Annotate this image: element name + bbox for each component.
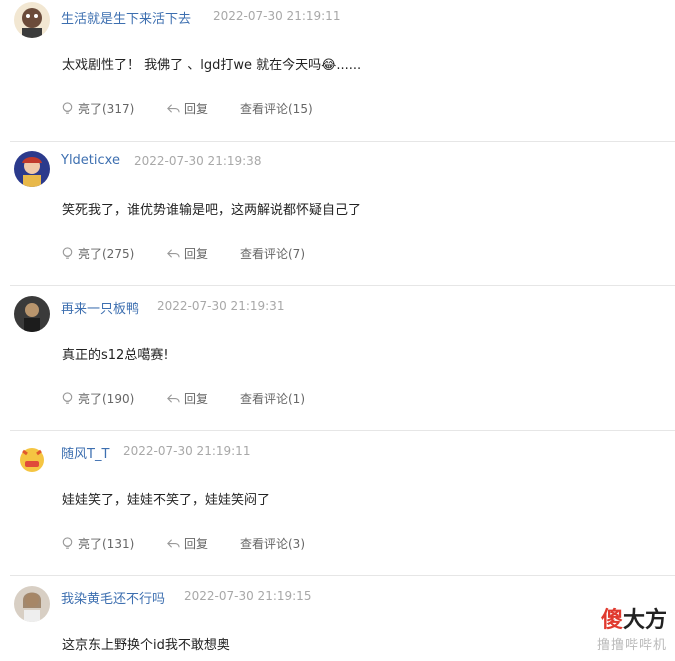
reply-label: 回复 xyxy=(184,392,209,406)
like-count: 亮了(131) xyxy=(78,537,135,551)
view-comments-link[interactable]: 查看评论(7) xyxy=(240,245,305,262)
divider xyxy=(10,430,675,431)
avatar[interactable] xyxy=(14,151,50,187)
view-comments-label: 查看评论(7) xyxy=(240,247,305,261)
reply-icon xyxy=(167,539,180,548)
username[interactable]: 生活就是生下来活下去 xyxy=(61,8,191,27)
divider xyxy=(10,141,675,142)
avatar[interactable] xyxy=(14,2,50,38)
reply-button[interactable]: 回复 xyxy=(166,535,208,552)
like-count: 亮了(317) xyxy=(78,102,135,116)
divider xyxy=(10,285,675,286)
reply-button[interactable]: 回复 xyxy=(166,100,208,117)
watermark-brand-rest: 大方 xyxy=(622,608,667,633)
reply-label: 回复 xyxy=(184,247,209,261)
timestamp: 2022-07-30 21:19:11 xyxy=(123,444,251,458)
avatar[interactable] xyxy=(14,441,50,477)
view-comments-label: 查看评论(1) xyxy=(240,392,305,406)
timestamp: 2022-07-30 21:19:15 xyxy=(184,589,312,603)
timestamp: 2022-07-30 21:19:31 xyxy=(157,299,285,313)
reply-button[interactable]: 回复 xyxy=(166,245,208,262)
avatar-emoji-icon xyxy=(14,441,50,477)
username[interactable]: 我染黄毛还不行吗 xyxy=(61,588,165,607)
view-comments-link[interactable]: 查看评论(1) xyxy=(240,390,305,407)
reply-icon xyxy=(167,249,180,258)
comment-text: 笑死我了，谁优势谁输是吧，这两解说都怀疑自己了 xyxy=(62,203,362,218)
reply-button[interactable]: 回复 xyxy=(166,390,208,407)
view-comments-label: 查看评论(15) xyxy=(240,102,313,116)
view-comments-link[interactable]: 查看评论(15) xyxy=(240,100,313,117)
username[interactable]: Yldeticxe xyxy=(61,153,120,168)
view-comments-link[interactable]: 查看评论(3) xyxy=(240,535,305,552)
lightbulb-icon xyxy=(62,247,73,259)
avatar-photo-icon xyxy=(14,586,50,622)
lightbulb-icon xyxy=(62,537,73,549)
reply-label: 回复 xyxy=(184,537,209,551)
reply-icon xyxy=(167,394,180,403)
watermark-brand: 傻大方 xyxy=(597,602,667,634)
avatar-cartoon-icon xyxy=(14,2,50,38)
username[interactable]: 再来一只板鸭 xyxy=(61,298,139,317)
like-button[interactable]: 亮了(275) xyxy=(60,245,134,262)
view-comments-label: 查看评论(3) xyxy=(240,537,305,551)
comment-text: 这京东上野换个id我不敢想奥 xyxy=(62,638,230,653)
watermark-brand-red: 傻 xyxy=(600,608,623,633)
timestamp: 2022-07-30 21:19:11 xyxy=(213,9,341,23)
like-count: 亮了(190) xyxy=(78,392,135,406)
avatar-character-icon xyxy=(14,151,50,187)
like-button[interactable]: 亮了(190) xyxy=(60,390,134,407)
lightbulb-icon xyxy=(62,392,73,404)
username[interactable]: 随风T_T xyxy=(61,443,109,462)
avatar-dark-icon xyxy=(14,296,50,332)
comment-text: 太戏剧性了！ 我佛了 、lgd打we 就在今天吗😂...... xyxy=(62,58,362,73)
comment-text: 娃娃笑了，娃娃不笑了，娃娃笑闷了 xyxy=(62,493,271,508)
watermark: 傻大方 撸撸哔哔机 xyxy=(597,602,667,653)
reply-label: 回复 xyxy=(184,102,209,116)
avatar[interactable] xyxy=(14,586,50,622)
like-button[interactable]: 亮了(131) xyxy=(60,535,134,552)
like-button[interactable]: 亮了(317) xyxy=(60,100,134,117)
watermark-subtext: 撸撸哔哔机 xyxy=(596,638,667,653)
divider xyxy=(10,575,675,576)
avatar[interactable] xyxy=(14,296,50,332)
comment-text: 真正的s12总噶赛! xyxy=(62,348,169,363)
like-count: 亮了(275) xyxy=(78,247,135,261)
timestamp: 2022-07-30 21:19:38 xyxy=(134,154,262,168)
reply-icon xyxy=(167,104,180,113)
lightbulb-icon xyxy=(62,102,73,114)
